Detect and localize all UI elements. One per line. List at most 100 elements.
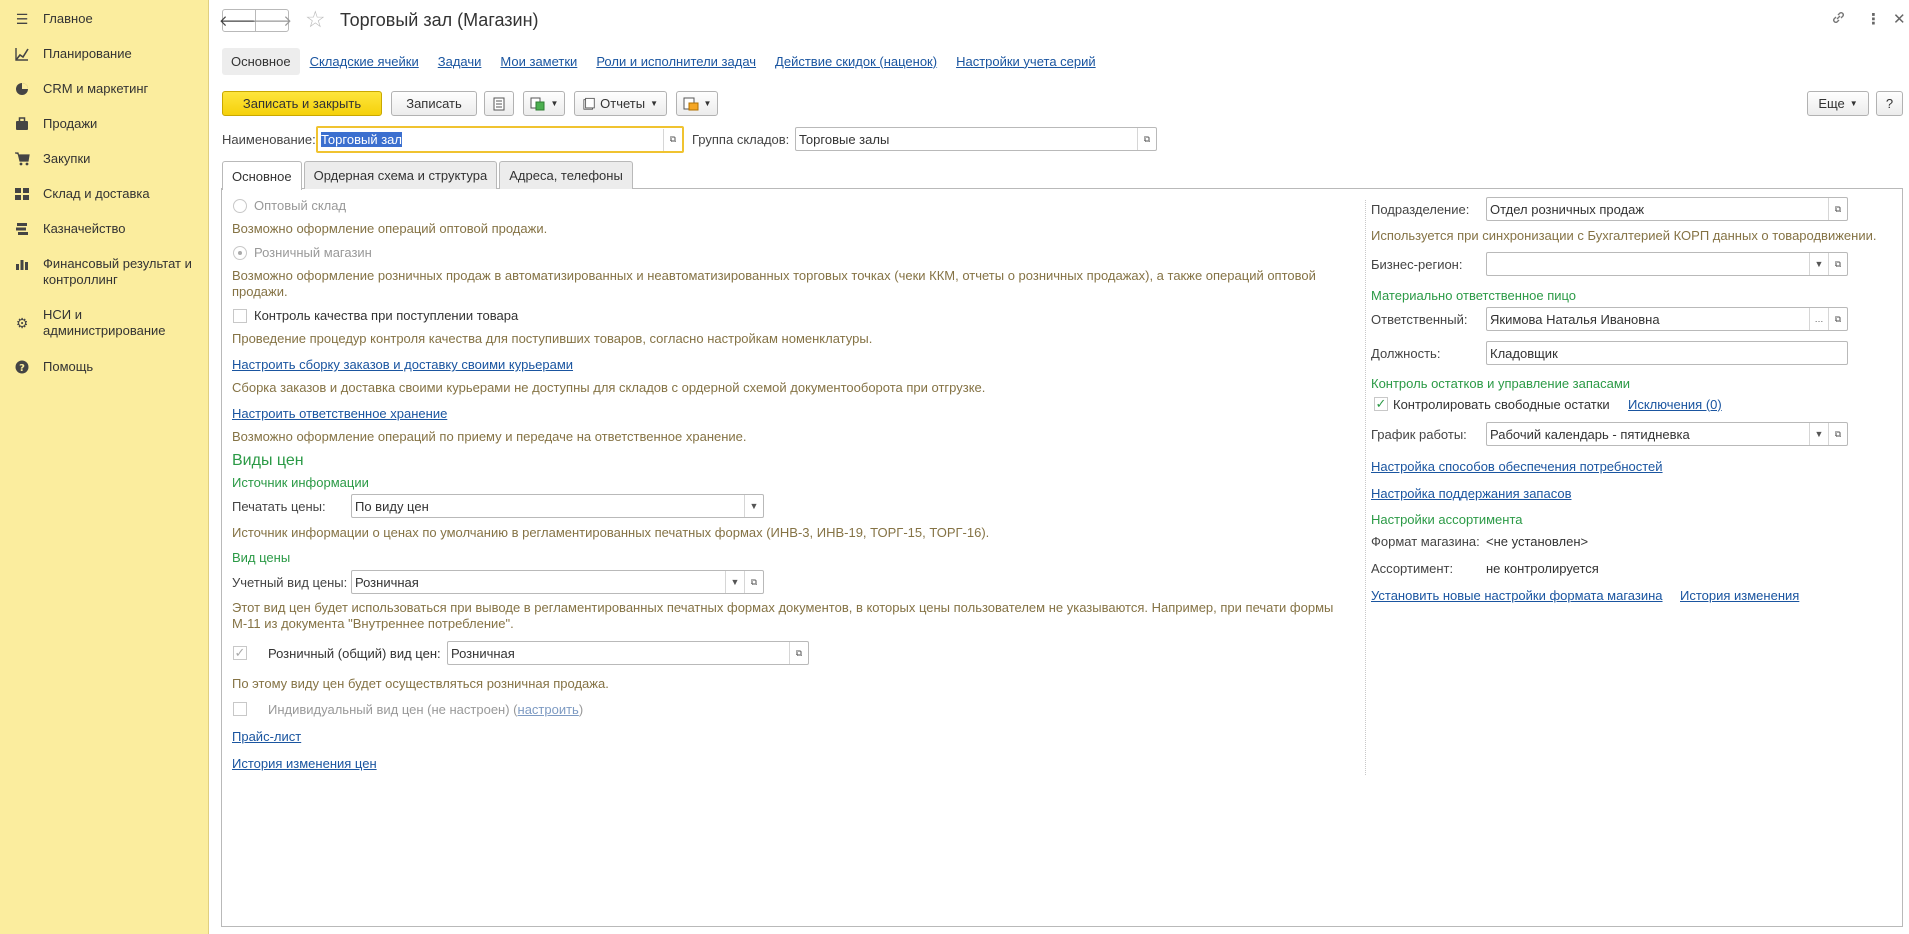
document-button[interactable] (484, 91, 514, 116)
account-hint-cont: М-11 из документа "Внутреннее потреблени… (232, 616, 514, 631)
retail-price-checkbox[interactable]: ✓ (233, 646, 247, 660)
sidebar-item-treasury[interactable]: Казначейство (0, 221, 209, 237)
configure-link[interactable]: настроить (518, 702, 579, 717)
responsible-label: Ответственный: (1371, 312, 1468, 327)
stock-header: Контроль остатков и управление запасами (1371, 376, 1631, 391)
tab-series[interactable]: Настройки учета серий (956, 54, 1096, 69)
prices-header: Виды цен (232, 452, 304, 469)
select-dots-icon[interactable]: … (1809, 308, 1828, 330)
open-icon[interactable]: ⧉ (1828, 198, 1847, 220)
retail-radio[interactable] (233, 246, 247, 260)
schedule-field[interactable]: Рабочий календарь - пятидневка ▼ ⧉ (1486, 422, 1848, 446)
back-button[interactable]: 🡐 (219, 9, 259, 32)
sidebar-item-warehouse[interactable]: Склад и доставка (0, 186, 209, 202)
warehouse-icon (14, 186, 30, 202)
courier-link[interactable]: Настроить сборку заказов и доставку свои… (232, 357, 573, 372)
more-button[interactable]: Еще ▼ (1807, 91, 1869, 116)
position-label: Должность: (1371, 346, 1441, 361)
new-format-link[interactable]: Установить новые настройки формата магаз… (1371, 588, 1663, 603)
storage-link[interactable]: Настроить ответственное хранение (232, 406, 447, 421)
tab-tasks[interactable]: Задачи (438, 54, 482, 69)
exceptions-link[interactable]: Исключения (0) (1628, 397, 1722, 412)
tab-cells[interactable]: Складские ячейки (310, 54, 419, 69)
storage-hint: Возможно оформление операций по приему и… (232, 429, 747, 444)
form-tab-addresses[interactable]: Адреса, телефоны (499, 161, 633, 189)
retail-price-field[interactable]: Розничная ⧉ (447, 641, 809, 665)
supply-methods-link[interactable]: Настройка способов обеспечения потребнос… (1371, 459, 1663, 474)
save-button[interactable]: Записать (391, 91, 477, 116)
chevron-down-icon[interactable]: ▼ (1809, 253, 1828, 275)
create-based-on-button[interactable]: ▼ (523, 91, 565, 116)
sidebar-item-admin[interactable]: ⚙ НСИ и администрирование (0, 307, 209, 339)
account-price-field[interactable]: Розничная ▼ ⧉ (351, 570, 764, 594)
retail-price-label: Розничный (общий) вид цен: (268, 646, 441, 661)
arrow-right-icon: 🡒 (251, 13, 293, 30)
favorite-star-icon[interactable]: ☆ (305, 7, 326, 31)
position-field[interactable]: Кладовщик (1486, 341, 1848, 365)
retail-price-hint: По этому виду цен будет осуществляться р… (232, 676, 609, 691)
help-button[interactable]: ? (1876, 91, 1903, 116)
form-tab-main[interactable]: Основное (222, 161, 302, 190)
division-label: Подразделение: (1371, 202, 1470, 217)
chevron-down-icon[interactable]: ▼ (725, 571, 744, 593)
format-label: Формат магазина: (1371, 534, 1480, 549)
wholesale-radio[interactable] (233, 199, 247, 213)
gear-icon: ⚙ (15, 314, 29, 331)
format-history-link[interactable]: История изменения (1680, 588, 1799, 603)
sidebar-item-sales[interactable]: Продажи (0, 116, 209, 132)
quality-label: Контроль качества при поступлении товара (254, 308, 519, 323)
control-stock-label: Контролировать свободные остатки (1393, 397, 1610, 412)
sidebar-item-help[interactable]: ? Помощь (0, 359, 209, 375)
print-button[interactable]: ▼ (676, 91, 718, 116)
sidebar-item-finance[interactable]: Финансовый результат и контроллинг (0, 256, 209, 288)
open-icon[interactable]: ⧉ (663, 128, 682, 151)
pricelist-link[interactable]: Прайс-лист (232, 729, 301, 744)
group-field[interactable]: Торговые залы ⧉ (795, 127, 1157, 151)
stock-maintenance-link[interactable]: Настройка поддержания запасов (1371, 486, 1571, 501)
division-field[interactable]: Отдел розничных продаж ⧉ (1486, 197, 1848, 221)
chevron-down-icon[interactable]: ▼ (1809, 423, 1828, 445)
control-stock-checkbox[interactable]: ✓ (1374, 397, 1388, 411)
save-close-button[interactable]: Записать и закрыть (222, 91, 382, 116)
courier-hint: Сборка заказов и доставка своими курьера… (232, 380, 986, 395)
tab-roles[interactable]: Роли и исполнители задач (596, 54, 756, 69)
sidebar-item-crm[interactable]: CRM и маркетинг (0, 81, 209, 97)
open-icon[interactable]: ⧉ (1828, 423, 1847, 445)
close-icon[interactable]: ✕ (1893, 10, 1906, 28)
price-history-link[interactable]: История изменения цен (232, 756, 377, 771)
source-header: Источник информации (232, 475, 369, 490)
sidebar: ☰ Главное Планирование CRM и маркетинг П… (0, 0, 209, 934)
form-panel (221, 188, 1903, 927)
open-icon[interactable]: ⧉ (1828, 253, 1847, 275)
menu-icon: ☰ (15, 10, 29, 27)
more-vertical-icon[interactable]: ⋮ (1866, 10, 1881, 28)
finance-chart-icon (14, 256, 30, 272)
sidebar-item-planning[interactable]: Планирование (0, 46, 209, 62)
individual-price-label: Индивидуальный вид цен (не настроен) (на… (268, 702, 584, 717)
responsible-field[interactable]: Якимова Наталья Ивановна … ⧉ (1486, 307, 1848, 331)
open-icon[interactable]: ⧉ (789, 642, 808, 664)
print-price-label: Печатать цены: (232, 499, 326, 514)
region-field[interactable]: ▼ ⧉ (1486, 252, 1848, 276)
individual-price-checkbox[interactable] (233, 702, 247, 716)
form-tab-order-scheme[interactable]: Ордерная схема и структура (303, 161, 498, 189)
page-title: Торговый зал (Магазин) (340, 10, 539, 30)
forward-button[interactable]: 🡒 (251, 9, 293, 32)
open-icon[interactable]: ⧉ (744, 571, 763, 593)
top-tabs: Основное Складские ячейки Задачи Мои зам… (222, 46, 1115, 76)
print-price-select[interactable]: По виду цен ▼ (351, 494, 764, 518)
sidebar-item-main[interactable]: ☰ Главное (0, 11, 209, 27)
reports-button[interactable]: Отчеты ▼ (574, 91, 667, 116)
treasury-icon (14, 221, 30, 237)
sidebar-item-purchases[interactable]: Закупки (0, 151, 209, 167)
assortment-header: Настройки ассортимента (1371, 512, 1523, 527)
tab-main[interactable]: Основное (222, 47, 300, 75)
open-icon[interactable]: ⧉ (1828, 308, 1847, 330)
name-field[interactable]: Торговый зал ⧉ (316, 126, 684, 153)
tab-notes[interactable]: Мои заметки (500, 54, 577, 69)
tab-discounts[interactable]: Действие скидок (наценок) (775, 54, 937, 69)
open-icon[interactable]: ⧉ (1137, 128, 1156, 150)
link-icon[interactable] (1831, 10, 1846, 29)
quality-checkbox[interactable] (233, 309, 247, 323)
chevron-down-icon[interactable]: ▼ (744, 495, 763, 517)
